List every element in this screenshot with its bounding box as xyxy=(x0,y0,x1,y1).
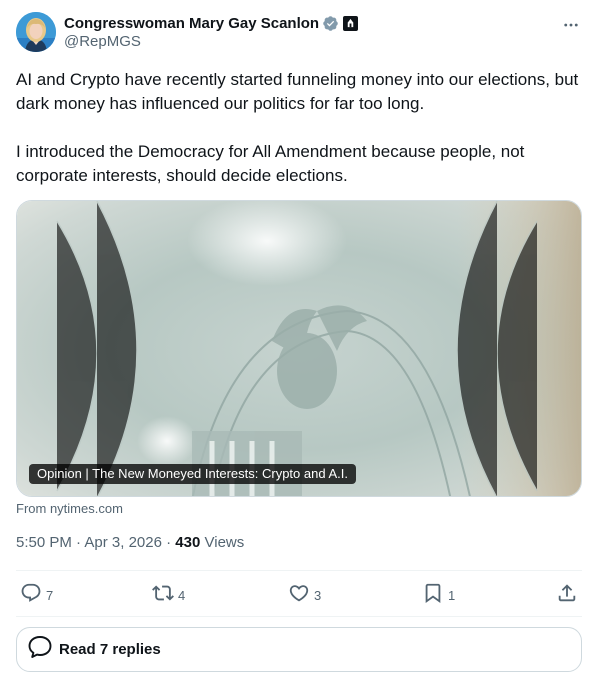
avatar[interactable] xyxy=(16,12,56,52)
tweet-header: Congresswoman Mary Gay Scanlon @RepMGS xyxy=(16,12,582,54)
like-count: 3 xyxy=(314,587,322,603)
card-caption: Opinion | The New Moneyed Interests: Cry… xyxy=(29,464,356,484)
card-source[interactable]: From nytimes.com xyxy=(16,501,123,516)
author-name[interactable]: Congresswoman Mary Gay Scanlon xyxy=(64,15,319,32)
action-bar: 7 4 3 1 xyxy=(16,578,582,612)
tweet-time[interactable]: 5:50 PM xyxy=(16,534,72,551)
share-icon xyxy=(556,582,578,609)
tweet-paragraph: I introduced the Democracy for All Amend… xyxy=(16,142,525,185)
tweet-paragraph: AI and Crypto have recently started funn… xyxy=(16,70,579,113)
read-replies-label: Read 7 replies xyxy=(59,641,161,658)
bookmark-button[interactable]: 1 xyxy=(422,578,455,612)
reply-count: 7 xyxy=(46,587,54,603)
tweet-text: AI and Crypto have recently started funn… xyxy=(16,68,582,188)
share-button[interactable] xyxy=(556,578,578,612)
bookmark-count: 1 xyxy=(448,587,456,603)
like-button[interactable]: 3 xyxy=(288,578,321,612)
more-horizontal-icon[interactable] xyxy=(560,16,582,34)
speech-bubble-icon xyxy=(27,634,53,665)
views-label: Views xyxy=(204,534,245,551)
read-replies-button[interactable]: Read 7 replies xyxy=(16,627,582,672)
meta-separator: · xyxy=(76,534,82,551)
bookmark-icon xyxy=(422,582,444,609)
author-name-row: Congresswoman Mary Gay Scanlon xyxy=(64,13,359,33)
tweet-date[interactable]: Apr 3, 2026 xyxy=(84,534,162,551)
government-badge-icon[interactable] xyxy=(343,15,359,31)
repost-icon xyxy=(152,582,174,609)
reply-icon xyxy=(20,582,42,609)
tweet-meta: 5:50 PM · Apr 3, 2026 · 430 Views xyxy=(16,534,244,551)
link-card[interactable]: Opinion | The New Moneyed Interests: Cry… xyxy=(16,200,582,497)
divider xyxy=(16,616,582,617)
heart-icon xyxy=(288,582,310,609)
reply-button[interactable]: 7 xyxy=(20,578,53,612)
author-handle[interactable]: @RepMGS xyxy=(64,33,141,50)
repost-button[interactable]: 4 xyxy=(152,578,185,612)
meta-separator: · xyxy=(166,534,172,551)
views-count: 430 xyxy=(175,534,201,551)
repost-count: 4 xyxy=(178,587,186,603)
card-image xyxy=(17,201,581,496)
verified-badge-icon[interactable] xyxy=(322,15,339,32)
divider xyxy=(16,570,582,571)
